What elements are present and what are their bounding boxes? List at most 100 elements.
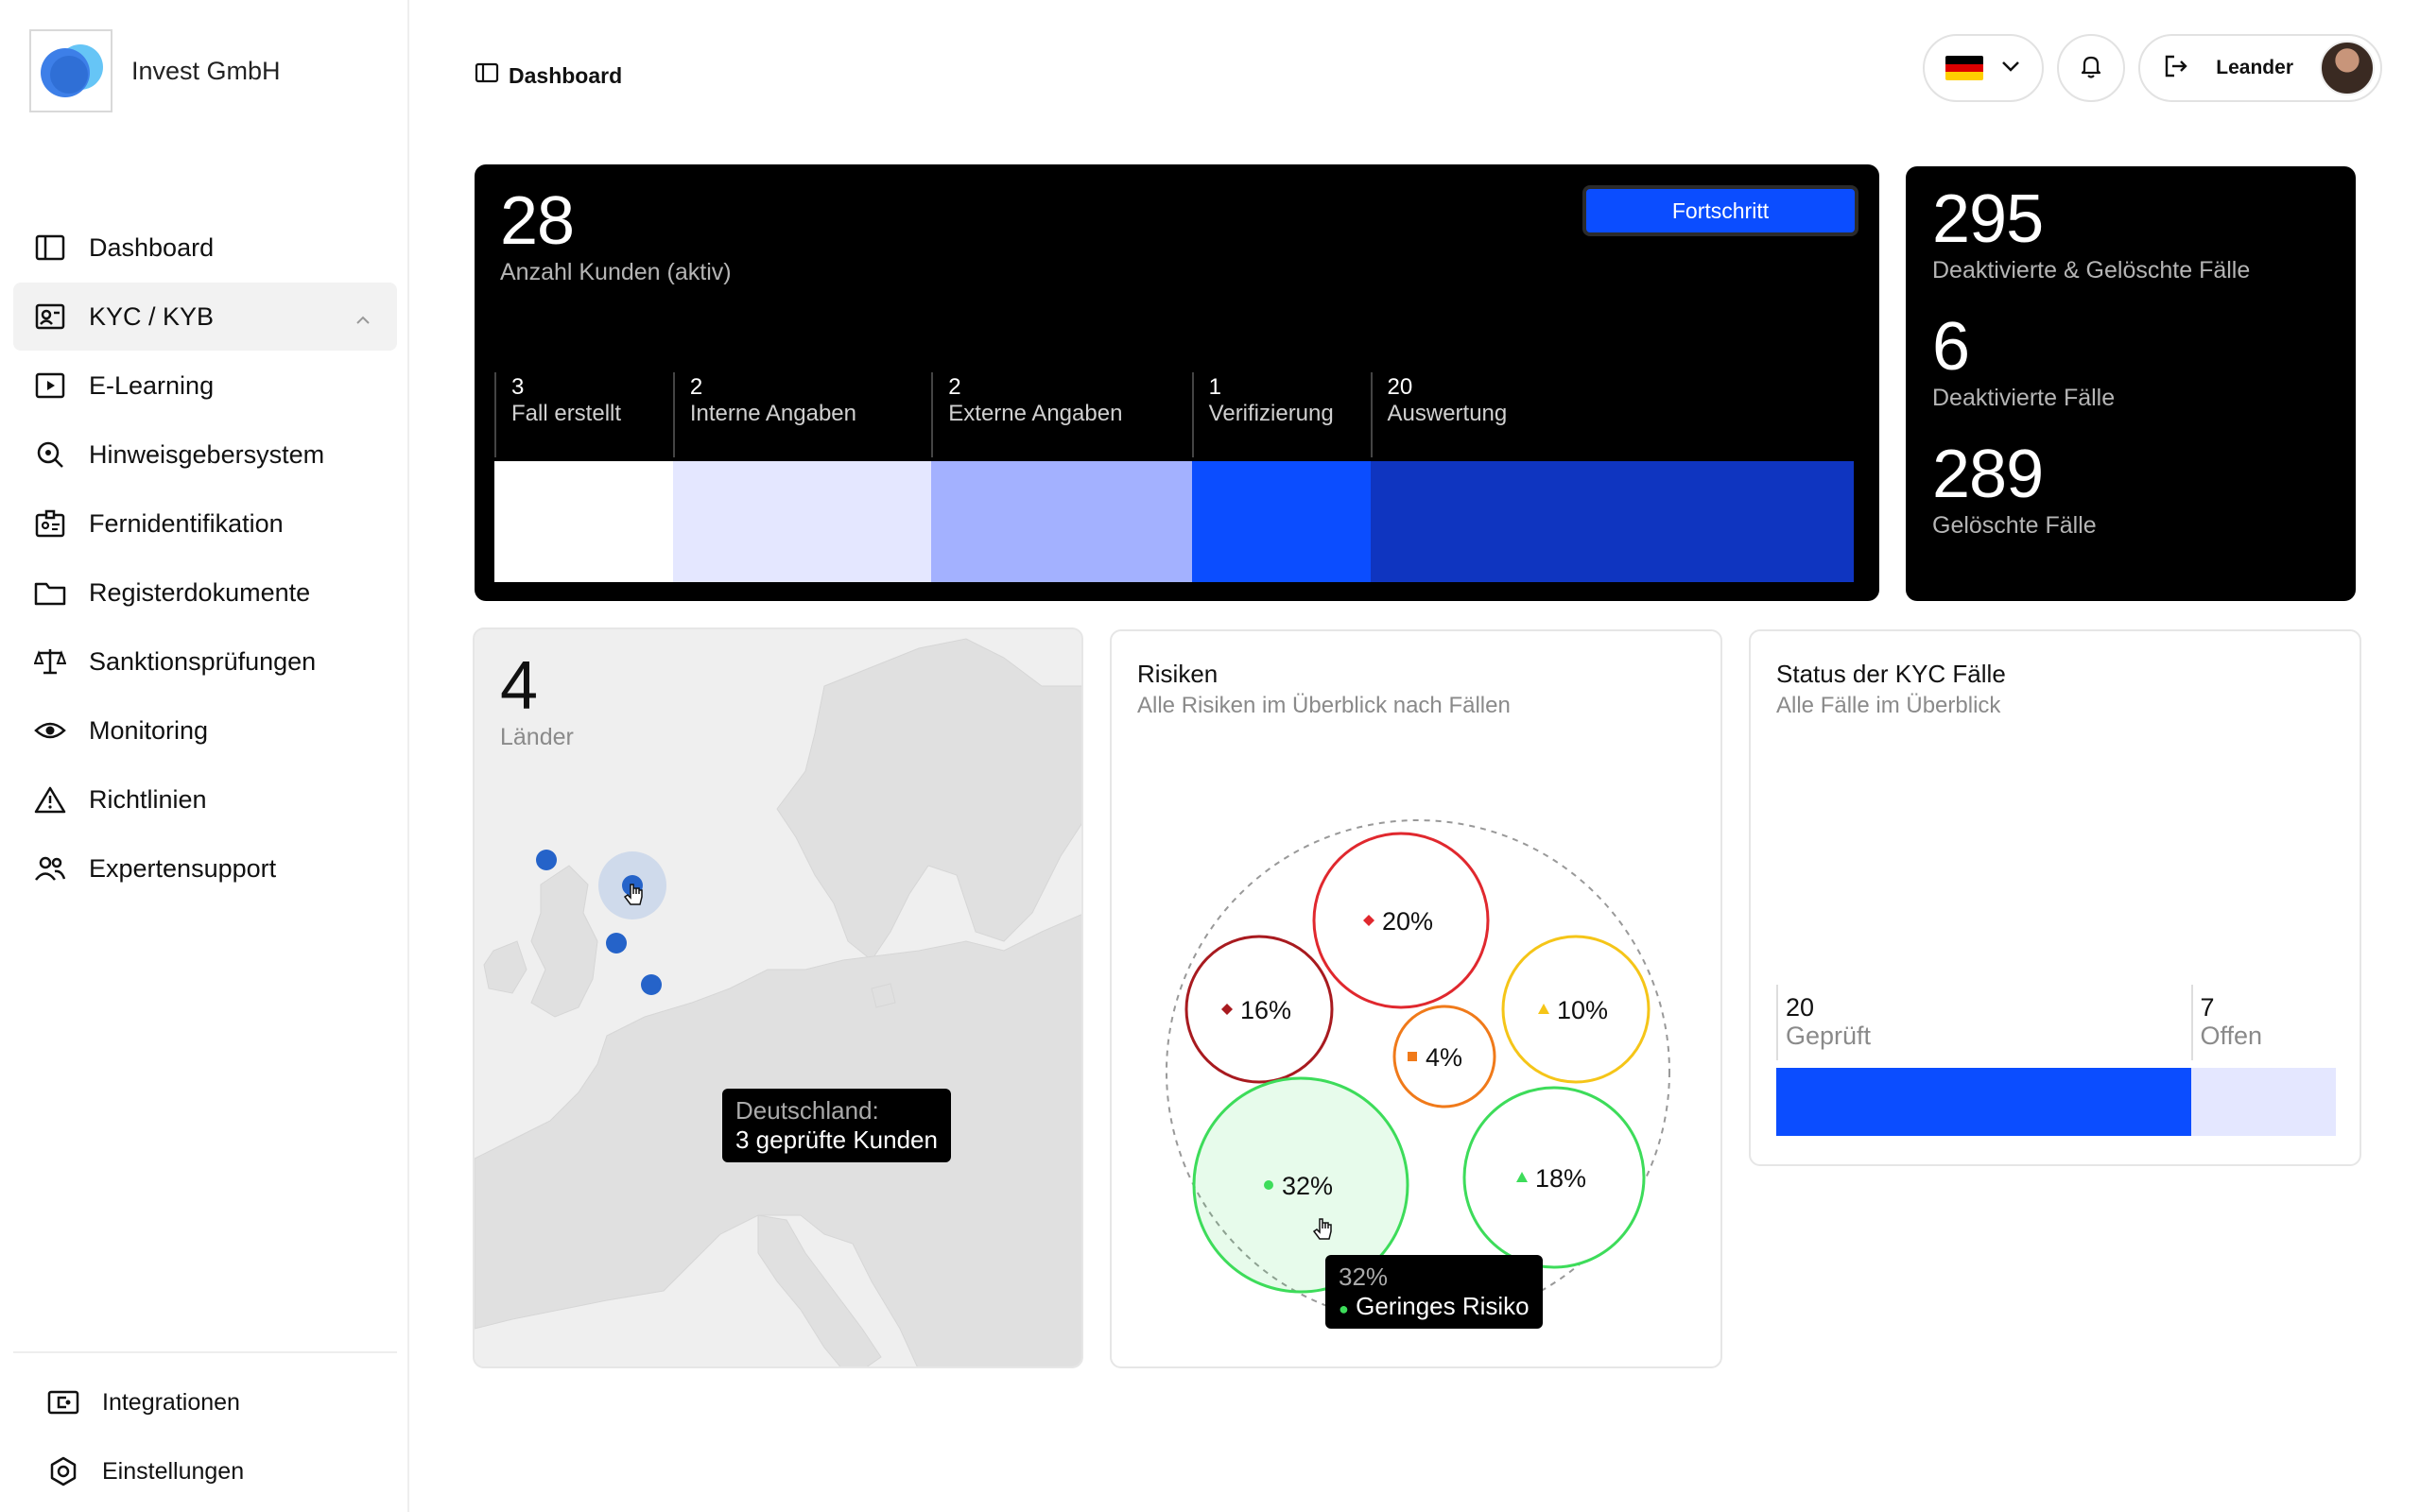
sidebar-item-label: Dashboard — [89, 232, 215, 262]
sidebar-item-label: Registerdokumente — [89, 577, 311, 607]
map-tooltip: Deutschland: 3 geprüfte Kunden — [722, 1089, 951, 1163]
sidebar-item-einstellungen[interactable]: Einstellungen — [13, 1437, 397, 1505]
status-segment[interactable]: 20 Geprüft — [1776, 985, 2191, 1136]
sidebar-item-label: Sanktionsprüfungen — [89, 646, 317, 676]
topbar-actions: Leander — [1923, 34, 2382, 102]
risk-label: 32% — [1282, 1172, 1333, 1200]
stage-segment[interactable]: 20 Auswertung — [1370, 372, 1854, 582]
settings-icon — [47, 1455, 79, 1487]
status-bar: 20 Geprüft 7 Offen — [1776, 985, 2336, 1136]
stage-bar — [931, 461, 1192, 582]
brand[interactable]: Invest GmbH — [29, 29, 281, 112]
status-name: Offen — [2200, 1021, 2263, 1050]
countries-header: 4 Länder — [500, 652, 574, 751]
stage-count: 1 — [1208, 374, 1222, 400]
stage-name: Auswertung — [1387, 400, 1508, 426]
chevron-down-icon — [2000, 60, 2021, 77]
sidebar-item-label: Hinweisgebersystem — [89, 439, 325, 469]
sidebar-item-label: Einstellungen — [102, 1457, 245, 1485]
stage-name: Interne Angaben — [689, 400, 856, 426]
stage-count: 2 — [689, 374, 703, 400]
sidebar-item-label: KYC / KYB — [89, 301, 215, 331]
cases-count: 289 — [1932, 437, 2044, 512]
status-segment[interactable]: 7 Offen — [2190, 985, 2336, 1136]
sidebar-item-label: Richtlinien — [89, 784, 207, 814]
eye-icon — [34, 714, 66, 747]
stage-label: 2 Externe Angaben — [931, 372, 1122, 457]
play-icon — [34, 369, 66, 402]
stage-bar — [1191, 461, 1371, 582]
sidebar-item-label: E-Learning — [89, 370, 215, 400]
user-menu[interactable]: Leander — [2138, 34, 2382, 102]
integration-icon — [47, 1386, 79, 1418]
marker-france — [606, 933, 627, 954]
sidebar-item-monitoring[interactable]: Monitoring — [13, 696, 397, 765]
status-name: Geprüft — [1786, 1021, 1872, 1050]
stage-segment[interactable]: 1 Verifizierung — [1191, 372, 1371, 582]
risk-tooltip-label-row: ● Geringes Risiko — [1339, 1292, 1530, 1321]
status-title: Status der KYC Fälle — [1776, 660, 2006, 688]
status-count: 20 — [1786, 993, 1815, 1022]
stage-segment[interactable]: 2 Externe Angaben — [931, 372, 1192, 582]
sidebar: Invest GmbH Dashboard KYC / KYB E-Learni… — [0, 0, 409, 1512]
risk-label: 20% — [1382, 907, 1433, 936]
risk-tooltip-value: 32% — [1339, 1263, 1389, 1291]
risk-marker — [1264, 1180, 1273, 1190]
cases-label: Gelöschte Fälle — [1932, 512, 2097, 539]
stage-segment[interactable]: 3 Fall erstellt — [494, 372, 673, 582]
cases-label: Deaktivierte Fälle — [1932, 385, 2116, 411]
chevron-up-icon[interactable] — [354, 307, 372, 326]
brand-logo — [29, 29, 112, 112]
badge-icon — [34, 507, 66, 540]
avatar[interactable] — [2320, 41, 2375, 95]
countries-label: Länder — [500, 724, 574, 750]
risk-label: 18% — [1535, 1164, 1586, 1193]
sidebar-item-hinweisgebersystem[interactable]: Hinweisgebersystem — [13, 421, 397, 489]
stage-name: Externe Angaben — [948, 400, 1123, 426]
sidebar-item-kyc[interactable]: KYC / KYB — [13, 283, 397, 351]
cases-label: Deaktivierte & Gelöschte Fälle — [1932, 257, 2251, 284]
customers-count: 28 — [500, 183, 575, 259]
countries-map-card: 4 Länder Deutschland: 3 geprüfte Kunden — [473, 627, 1083, 1368]
sidebar-item-registerdokumente[interactable]: Registerdokumente — [13, 558, 397, 627]
cases-count: 6 — [1932, 309, 1970, 385]
stage-name: Verifizierung — [1208, 400, 1334, 426]
stage-count: 3 — [511, 374, 525, 400]
cases-count: 295 — [1932, 181, 2044, 257]
bell-icon — [2080, 54, 2102, 83]
sidebar-item-elearning[interactable]: E-Learning — [13, 352, 397, 420]
sidebar-item-fernidentifikation[interactable]: Fernidentifikation — [13, 490, 397, 558]
cases-card: 295 Deaktivierte & Gelöschte Fälle 6 Dea… — [1906, 166, 2356, 601]
language-select[interactable] — [1923, 34, 2045, 102]
status-count: 7 — [2200, 993, 2215, 1022]
scale-icon — [34, 645, 66, 678]
risk-label: 16% — [1240, 996, 1291, 1024]
sidebar-item-label: Monitoring — [89, 715, 209, 745]
risk-tooltip-label: Geringes Risiko — [1356, 1292, 1530, 1321]
customers-label: Anzahl Kunden (aktiv) — [500, 259, 732, 285]
sidebar-item-expertensupport[interactable]: Expertensupport — [13, 834, 397, 902]
status-bar-fill — [2190, 1068, 2336, 1136]
stage-bar — [672, 461, 932, 582]
notifications-button[interactable] — [2057, 34, 2126, 102]
stage-stack: 3 Fall erstellt 2 Interne Angaben 2 Externe A… — [494, 372, 1854, 582]
sidebar-item-sanktionspruefungen[interactable]: Sanktionsprüfungen — [13, 627, 397, 696]
risks-card: Risiken Alle Risiken im Überblick nach F… — [1110, 629, 1722, 1368]
stage-label: 1 Verifizierung — [1191, 372, 1334, 457]
status-subtitle: Alle Fälle im Überblick — [1776, 693, 2001, 718]
progress-button[interactable]: Fortschritt — [1582, 185, 1858, 236]
user-name: Leander — [2216, 57, 2293, 78]
sidebar-item-label: Integrationen — [102, 1388, 240, 1416]
sidebar-item-integrationen[interactable]: Integrationen — [13, 1368, 397, 1436]
stage-segment[interactable]: 2 Interne Angaben — [672, 372, 932, 582]
sidebar-item-dashboard[interactable]: Dashboard — [13, 214, 397, 282]
logout-icon[interactable] — [2163, 54, 2189, 83]
warning-icon — [34, 783, 66, 816]
cases-deactivated: 6 Deaktivierte Fälle — [1932, 313, 2329, 412]
risk-label: 4% — [1426, 1043, 1462, 1072]
breadcrumb-label: Dashboard — [509, 62, 623, 88]
sidebar-item-richtlinien[interactable]: Richtlinien — [13, 765, 397, 833]
stage-count: 20 — [1387, 374, 1413, 400]
cases-total: 295 Deaktivierte & Gelöschte Fälle — [1932, 185, 2329, 284]
stage-count: 2 — [948, 374, 961, 400]
